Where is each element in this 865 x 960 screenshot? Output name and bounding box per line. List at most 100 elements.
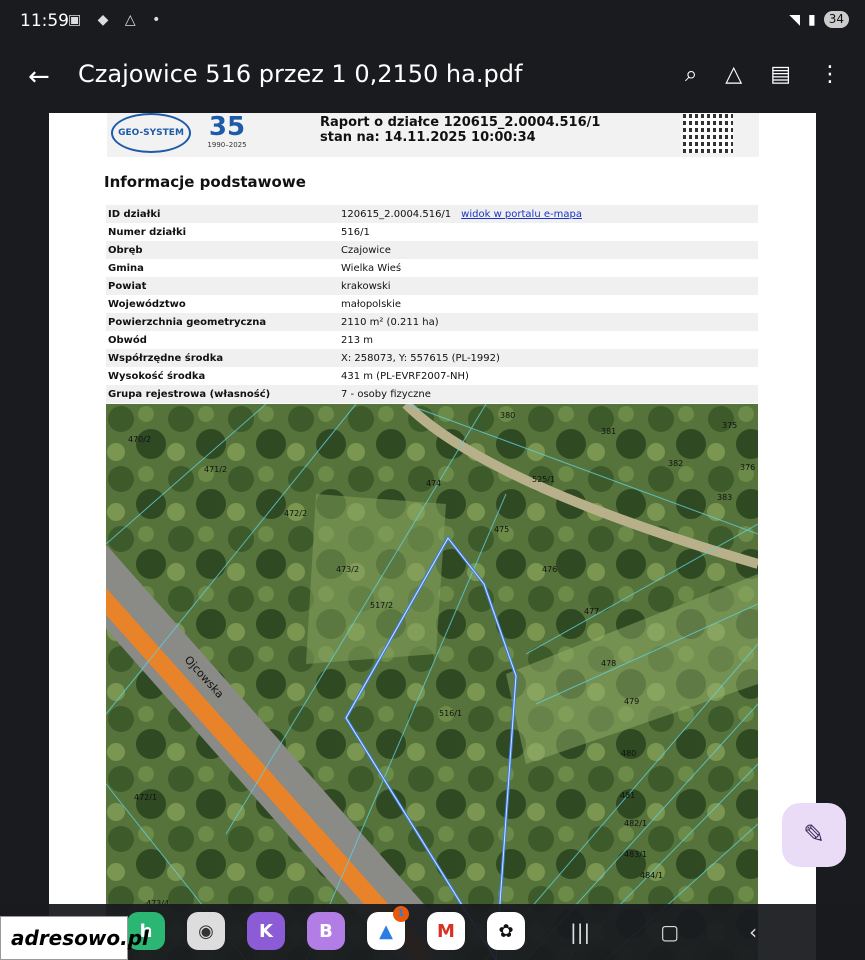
parcel-label: 381	[601, 427, 616, 436]
parcel-label: 471/2	[204, 465, 227, 474]
parcel-label: 477	[584, 607, 599, 616]
row-value: 2110 m² (0.211 ha)	[339, 313, 758, 331]
battery-icon: 34	[823, 11, 849, 28]
parcel-label: 525/1	[532, 475, 555, 484]
pen-edit-icon: ✎	[803, 820, 825, 850]
parcel-label: 483/1	[624, 850, 647, 859]
row-value: 7 - osoby fizyczne	[339, 385, 758, 403]
parcel-label: 481	[620, 791, 635, 800]
table-row: ID działki 120615_2.0004.516/1 widok w por…	[106, 205, 758, 223]
reading-mode-icon[interactable]: ▤	[770, 62, 791, 87]
parcel-label: 476	[542, 565, 557, 574]
table-row: Gmina Wielka Wieś	[106, 259, 758, 277]
row-value: 516/1	[339, 223, 758, 241]
parcel-info-table: ID działki 120615_2.0004.516/1 widok w por…	[106, 205, 758, 403]
parcel-label: 383	[717, 493, 732, 502]
search-in-document-icon[interactable]: ⌕	[685, 62, 697, 87]
document-title: Czajowice 516 przez 1 0,2150 ha.pdf	[78, 60, 523, 88]
system-nav-keys: ||| ▢ ‹	[570, 920, 757, 944]
row-value: X: 258073, Y: 557615 (PL-1992)	[339, 349, 758, 367]
table-row: Województwo małopolskie	[106, 295, 758, 313]
qr-code	[683, 113, 733, 153]
anniversary-logo: 35 1990–2025	[207, 113, 247, 149]
parcel-map[interactable]: Ojcowska 470/2 471/2 472/2 473/2 474 475 47…	[106, 404, 758, 960]
row-key: Numer działki	[108, 226, 187, 238]
row-value-text: małopolskie	[341, 298, 402, 310]
parcel-label: 380	[500, 411, 515, 420]
parcel-label: 472/1	[134, 793, 157, 802]
table-row: Grupa rejestrowa (własność) 7 - osoby fiz…	[106, 385, 758, 403]
table-row: Współrzędne środka X: 258073, Y: 557615 (…	[106, 349, 758, 367]
row-value-text: Wielka Wieś	[341, 262, 402, 274]
taskbar-apps: h ◉ K B ▲ 1 M ✿	[127, 906, 525, 950]
parcel-label: 375	[722, 421, 737, 430]
report-title: Raport o działce 120615_2.0004.516/1	[320, 115, 601, 130]
app-icon-k[interactable]: K	[247, 912, 285, 950]
wifi-icon: ◥	[789, 11, 800, 28]
row-key: Powierzchnia geometryczna	[106, 313, 339, 331]
status-bar: 11:59 ▣ ◆ △ • ◥ ▮ 34	[0, 0, 865, 44]
row-key: Współrzędne środka	[106, 349, 339, 367]
annotate-fab[interactable]: ✎	[782, 803, 846, 867]
row-value: 120615_2.0004.516/1 widok w portalu e-map…	[339, 205, 758, 223]
parcel-label: 517/2	[370, 601, 393, 610]
row-key: Powiat	[106, 277, 339, 295]
report-date: stan na: 14.11.2025 10:00:34	[320, 130, 536, 145]
drive-add-icon[interactable]: △	[725, 62, 742, 87]
table-row: Obwód 213 m	[106, 331, 758, 349]
table-row: Powierzchnia geometryczna 2110 m² (0.211 …	[106, 313, 758, 331]
signal-icon: ▮	[808, 11, 816, 28]
row-key: ID działki	[106, 205, 339, 223]
row-value: Wielka Wieś	[339, 259, 758, 277]
table-row: Numer działki 516/1	[106, 223, 758, 241]
home-icon[interactable]: ▢	[660, 920, 679, 944]
row-key: Gmina	[108, 262, 144, 274]
back-arrow-icon[interactable]: ←	[28, 62, 50, 92]
chatgpt-icon[interactable]: ✿	[487, 912, 525, 950]
emapa-link[interactable]: widok w portalu e-mapa	[461, 209, 582, 220]
row-key: Obwód	[108, 334, 147, 346]
camera-icon[interactable]: ◉	[187, 912, 225, 950]
map-svg: Ojcowska 470/2471/2 472/2473/2 474475 47…	[106, 404, 758, 960]
row-value: małopolskie	[339, 295, 758, 313]
parcel-label: 473/2	[336, 565, 359, 574]
row-key: Wysokość środka	[108, 370, 206, 382]
row-value-text: krakowski	[341, 280, 391, 292]
parcel-label: 472/2	[284, 509, 307, 518]
row-value: 431 m (PL-EVRF2007-NH)	[339, 367, 758, 385]
parcel-label: 474	[426, 479, 441, 488]
table-row: Obręb Czajowice	[106, 241, 758, 259]
table-row: Powiat krakowski	[106, 277, 758, 295]
recents-icon[interactable]: |||	[570, 920, 590, 944]
parcel-label: 382	[668, 459, 683, 468]
notification-icons: ▣ ◆ △ •	[68, 12, 167, 28]
parcel-label: 516/1	[439, 709, 462, 718]
row-value-text: 120615_2.0004.516/1	[341, 208, 452, 220]
google-drive-icon[interactable]: ▲ 1	[367, 906, 409, 950]
row-key: Województwo	[108, 298, 186, 310]
row-value-text: 2110 m² (0.211 ha)	[341, 316, 439, 328]
notification-badge: 1	[393, 906, 409, 922]
row-value-text: Czajowice	[341, 244, 391, 256]
app-bar: ← Czajowice 516 przez 1 0,2150 ha.pdf ⌕ …	[0, 44, 865, 110]
parcel-label: 480	[621, 749, 636, 758]
row-key: Obręb	[106, 241, 339, 259]
back-nav-icon[interactable]: ‹	[749, 920, 757, 944]
more-options-icon[interactable]: ⋮	[819, 62, 841, 87]
row-key: Grupa rejestrowa (własność)	[106, 385, 339, 403]
toolbar-actions: ⌕ △ ▤ ⋮	[685, 62, 841, 87]
parcel-label: 376	[740, 463, 755, 472]
parcel-label: 484/1	[640, 871, 663, 880]
row-value-text: 516/1	[341, 226, 370, 238]
row-value-text: 7 - osoby fizyczne	[341, 388, 431, 400]
parcel-label: 470/2	[128, 435, 151, 444]
clock: 11:59	[20, 11, 69, 31]
app-icon-b[interactable]: B	[307, 912, 345, 950]
table-row: Wysokość środka 431 m (PL-EVRF2007-NH)	[106, 367, 758, 385]
row-value-text: X: 258073, Y: 557615 (PL-1992)	[341, 352, 500, 364]
gmail-icon[interactable]: M	[427, 912, 465, 950]
system-icons: ◥ ▮ 34	[789, 11, 849, 28]
adresowo-watermark: adresowo.pl	[0, 916, 149, 960]
row-value: krakowski	[339, 277, 758, 295]
row-value-text: 431 m (PL-EVRF2007-NH)	[341, 370, 469, 382]
